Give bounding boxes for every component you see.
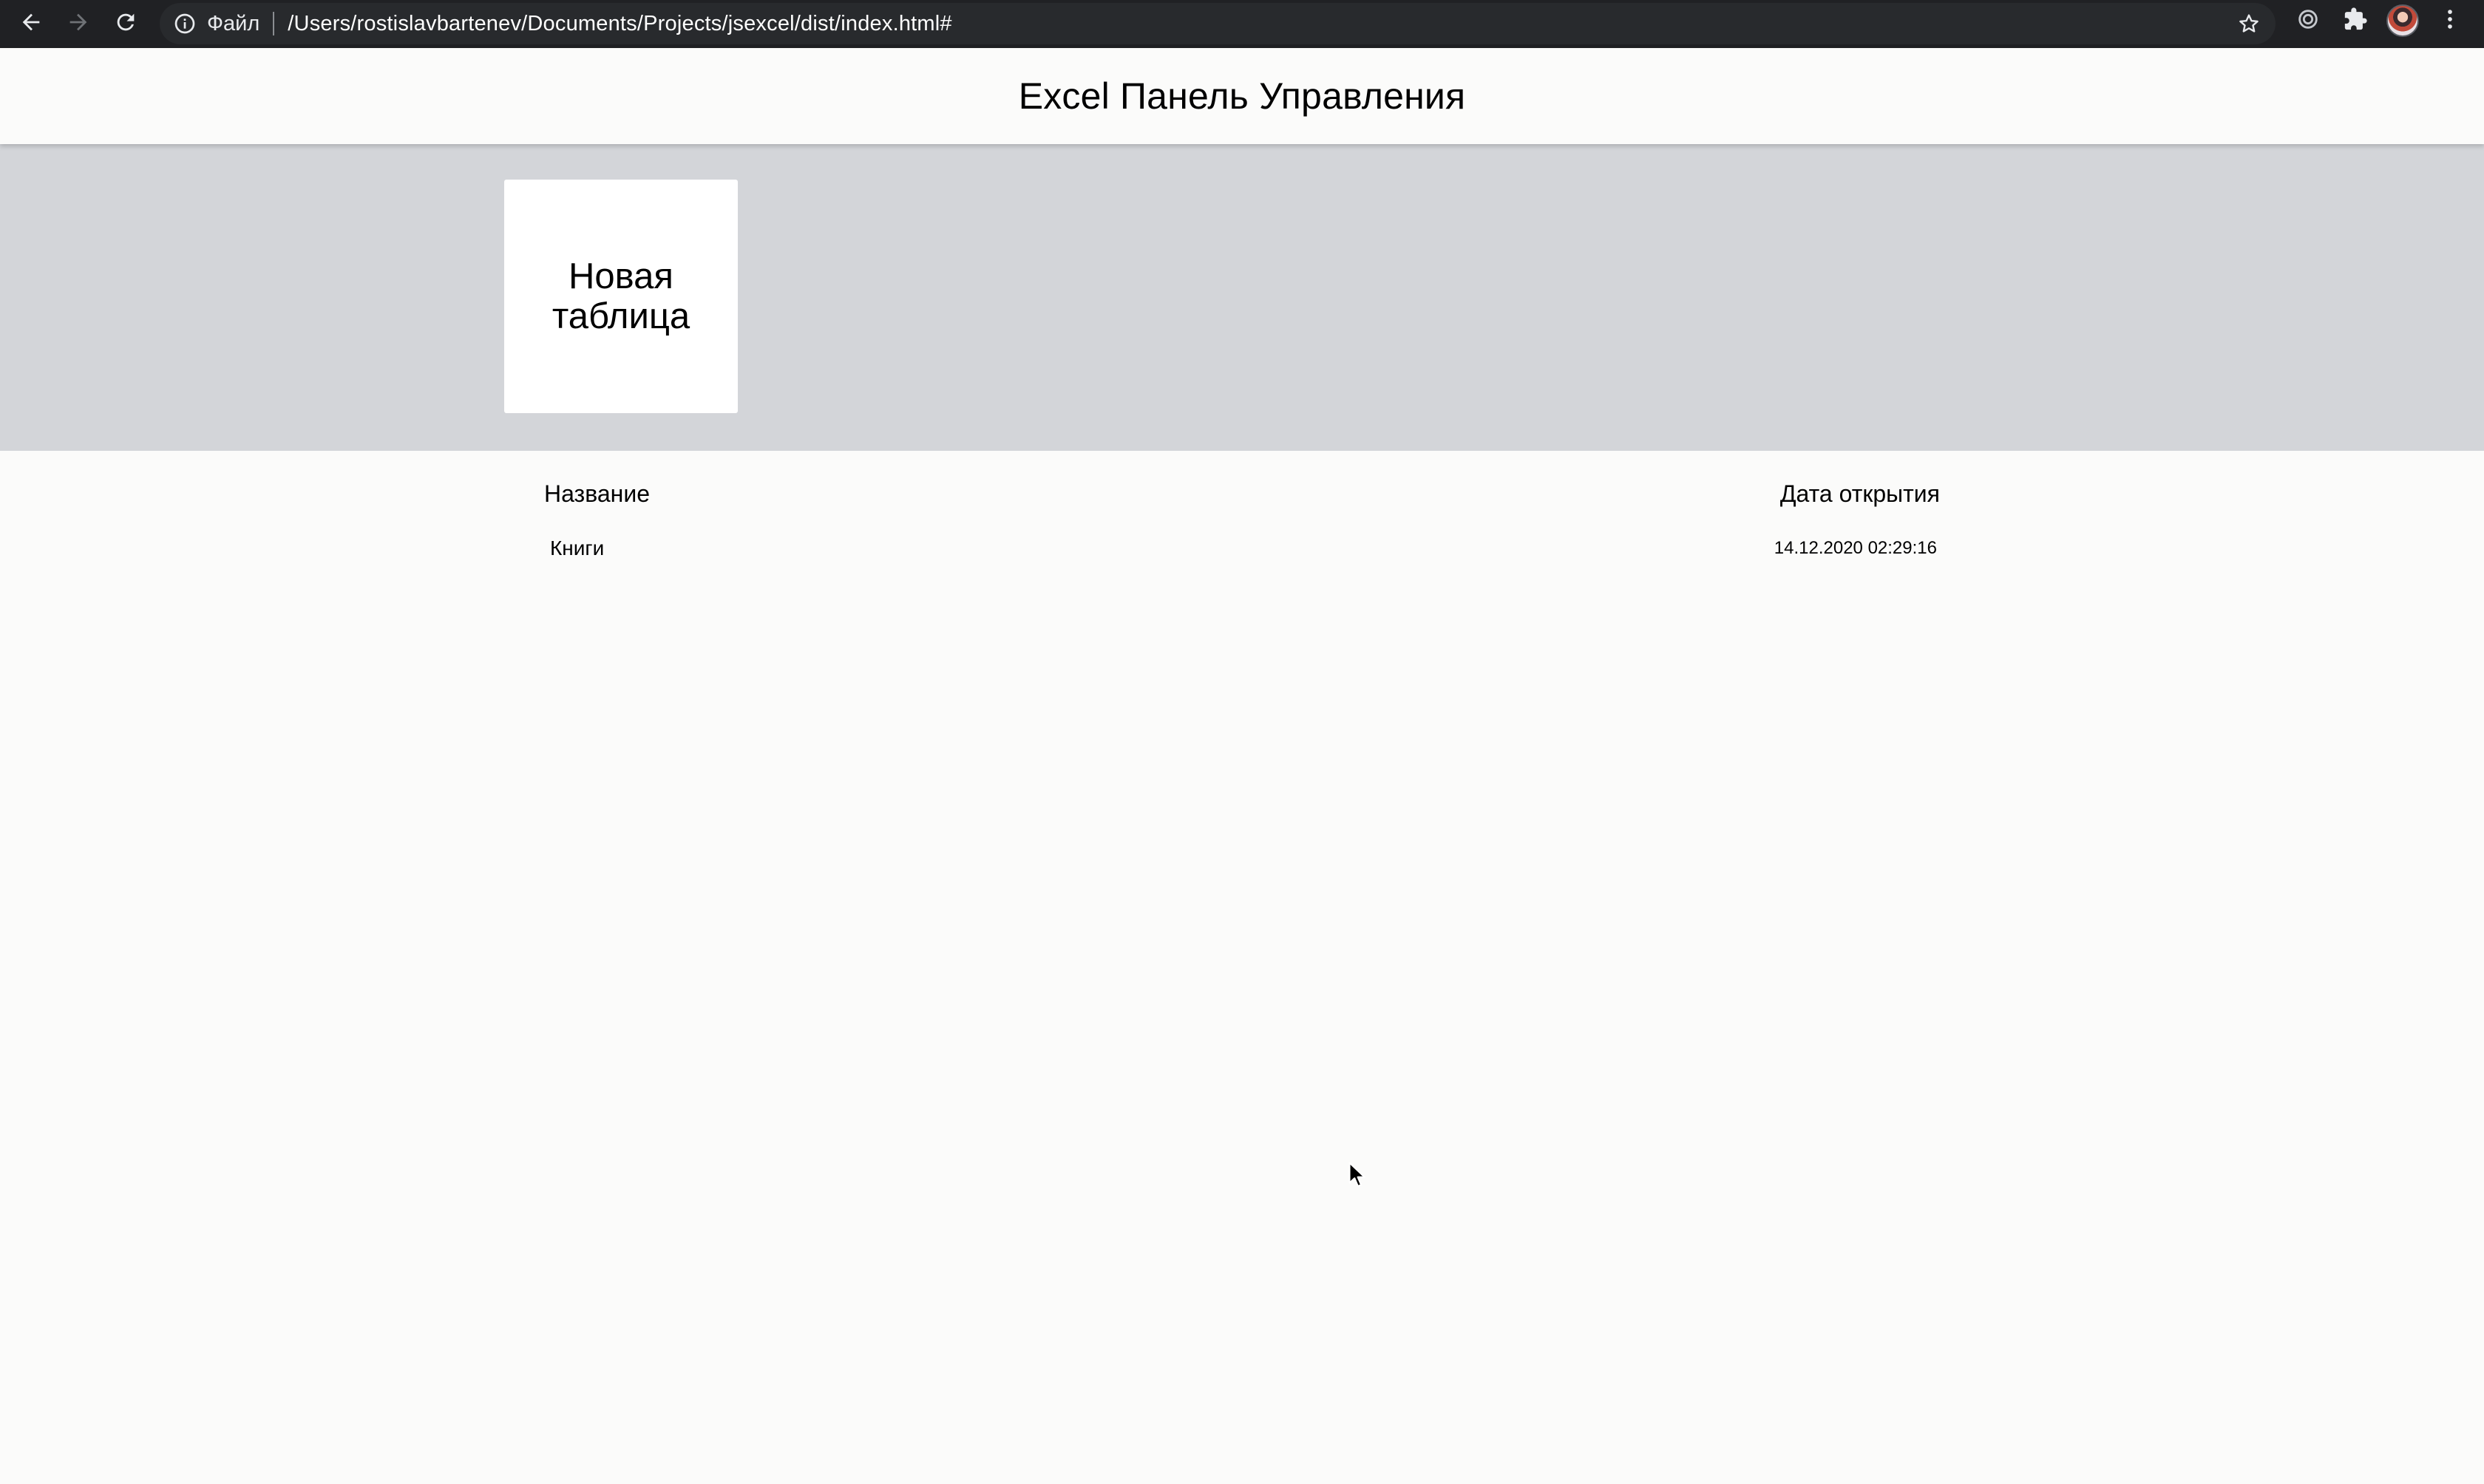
mouse-cursor-icon bbox=[1348, 1162, 1365, 1188]
url-text[interactable]: /Users/rostislavbartenev/Documents/Proje… bbox=[288, 12, 951, 36]
dashboard-header: Excel Панель Управления bbox=[0, 48, 2484, 144]
new-table-button[interactable]: Новая таблица bbox=[504, 180, 738, 413]
new-table-label: Новая таблица bbox=[552, 256, 690, 336]
list-item[interactable]: Книги 14.12.2020 02:29:16 bbox=[544, 528, 1940, 569]
address-divider bbox=[273, 12, 275, 35]
table-link[interactable]: Книги bbox=[550, 537, 604, 560]
avatar bbox=[2386, 4, 2419, 37]
info-icon[interactable] bbox=[173, 12, 197, 35]
browser-toolbar: Файл /Users/rostislavbartenev/Documents/… bbox=[0, 0, 2484, 48]
scheme-label: Файл bbox=[207, 11, 260, 35]
profile-button[interactable] bbox=[2379, 0, 2426, 41]
extensions-area bbox=[2284, 0, 2474, 41]
list-header: Название Дата открытия bbox=[544, 473, 1940, 517]
kebab-menu-icon bbox=[2437, 7, 2463, 35]
column-header-name: Название bbox=[544, 480, 650, 507]
menu-button[interactable] bbox=[2426, 0, 2474, 41]
opened-date: 14.12.2020 02:29:16 bbox=[1774, 538, 1937, 558]
back-icon bbox=[18, 10, 44, 38]
column-header-date: Дата открытия bbox=[1779, 480, 1940, 507]
forward-button[interactable] bbox=[55, 4, 102, 45]
forward-icon bbox=[66, 10, 91, 38]
extension-button[interactable] bbox=[2284, 0, 2332, 41]
reload-icon bbox=[113, 10, 138, 38]
circle-target-icon bbox=[2295, 7, 2321, 35]
star-icon[interactable] bbox=[2237, 12, 2261, 35]
reload-button[interactable] bbox=[102, 4, 149, 45]
page-title: Excel Панель Управления bbox=[1018, 75, 1466, 117]
extensions-button[interactable] bbox=[2332, 0, 2379, 41]
back-button[interactable] bbox=[7, 4, 55, 45]
address-bar[interactable]: Файл /Users/rostislavbartenev/Documents/… bbox=[160, 3, 2276, 44]
puzzle-icon bbox=[2343, 7, 2368, 35]
create-area: Новая таблица bbox=[0, 144, 2484, 451]
